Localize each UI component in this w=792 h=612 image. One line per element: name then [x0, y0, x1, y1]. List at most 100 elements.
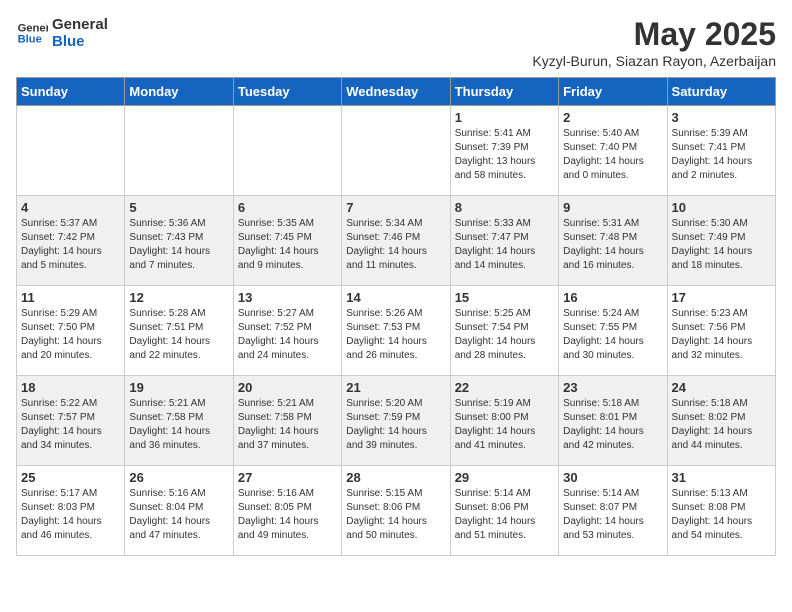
day-cell: 3 Sunrise: 5:39 AMSunset: 7:41 PMDaylight… [667, 106, 775, 196]
day-info: Sunrise: 5:31 AMSunset: 7:48 PMDaylight:… [563, 217, 662, 273]
day-cell: 13Sunrise: 5:27 AMSunset: 7:52 PMDayligh… [233, 286, 341, 376]
svg-text:General: General [18, 22, 48, 34]
day-cell [342, 106, 450, 196]
day-info: Sunrise: 5:28 AMSunset: 7:51 PMDaylight:… [129, 307, 228, 363]
day-cell: 1Sunrise: 5:41 AMSunset: 7:39 PMDaylight… [450, 106, 558, 196]
day-number: 4 [21, 200, 120, 215]
day-info: Sunrise: 5:13 AMSunset: 8:08 PMDaylight:… [672, 487, 771, 543]
day-number: 24 [672, 380, 771, 395]
day-cell: 22 Sunrise: 5:19 AMSunset: 8:00 PMDayligh… [450, 376, 558, 466]
day-cell: 18Sunrise: 5:22 AMSunset: 7:57 PMDayligh… [17, 376, 125, 466]
day-number: 31 [672, 470, 771, 485]
day-number: 17 [672, 290, 771, 305]
day-info: Sunrise: 5:18 AMSunset: 8:01 PMDaylight:… [563, 397, 662, 453]
day-number: 6 [238, 200, 337, 215]
calendar-body: 1Sunrise: 5:41 AMSunset: 7:39 PMDaylight… [17, 106, 776, 556]
day-number: 23 [563, 380, 662, 395]
day-info: Sunrise: 5:21 AMSunset: 7:58 PMDaylight:… [129, 397, 228, 453]
day-info: Sunrise: 5:14 AMSunset: 8:06 PMDaylight:… [455, 487, 554, 543]
day-info: Sunrise: 5:29 AMSunset: 7:50 PMDaylight:… [21, 307, 120, 363]
day-cell: 5Sunrise: 5:36 AMSunset: 7:43 PMDaylight… [125, 196, 233, 286]
col-header-sunday: Sunday [17, 78, 125, 106]
day-info: Sunrise: 5:20 AMSunset: 7:59 PMDaylight:… [346, 397, 445, 453]
week-row-4: 18Sunrise: 5:22 AMSunset: 7:57 PMDayligh… [17, 376, 776, 466]
col-header-saturday: Saturday [667, 78, 775, 106]
day-info: Sunrise: 5:15 AMSunset: 8:06 PMDaylight:… [346, 487, 445, 543]
logo-general: General [52, 16, 108, 33]
day-cell: 15 Sunrise: 5:25 AMSunset: 7:54 PMDayligh… [450, 286, 558, 376]
day-info: Sunrise: 5:14 AMSunset: 8:07 PMDaylight:… [563, 487, 662, 543]
day-info: Sunrise: 5:21 AMSunset: 7:58 PMDaylight:… [238, 397, 337, 453]
day-cell [17, 106, 125, 196]
day-info: Sunrise: 5:40 AMSunset: 7:40 PMDaylight:… [563, 127, 662, 183]
day-number: 8 [455, 200, 554, 215]
page-header: General Blue General Blue May 2025 Kyzyl… [16, 16, 776, 69]
day-info: Sunrise: 5:27 AMSunset: 7:52 PMDaylight:… [238, 307, 337, 363]
day-cell: 2 Sunrise: 5:40 AMSunset: 7:40 PMDaylight… [559, 106, 667, 196]
day-cell: 19Sunrise: 5:21 AMSunset: 7:58 PMDayligh… [125, 376, 233, 466]
day-cell: 7 Sunrise: 5:34 AMSunset: 7:46 PMDaylight… [342, 196, 450, 286]
day-info: Sunrise: 5:18 AMSunset: 8:02 PMDaylight:… [672, 397, 771, 453]
day-cell [233, 106, 341, 196]
day-info: Sunrise: 5:19 AMSunset: 8:00 PMDaylight:… [455, 397, 554, 453]
day-number: 14 [346, 290, 445, 305]
day-number: 29 [455, 470, 554, 485]
day-cell: 11 Sunrise: 5:29 AMSunset: 7:50 PMDayligh… [17, 286, 125, 376]
day-cell: 25Sunrise: 5:17 AMSunset: 8:03 PMDayligh… [17, 466, 125, 556]
day-info: Sunrise: 5:25 AMSunset: 7:54 PMDaylight:… [455, 307, 554, 363]
day-info: Sunrise: 5:23 AMSunset: 7:56 PMDaylight:… [672, 307, 771, 363]
day-info: Sunrise: 5:37 AMSunset: 7:42 PMDaylight:… [21, 217, 120, 273]
day-cell: 12 Sunrise: 5:28 AMSunset: 7:51 PMDayligh… [125, 286, 233, 376]
day-info: Sunrise: 5:34 AMSunset: 7:46 PMDaylight:… [346, 217, 445, 273]
day-info: Sunrise: 5:35 AMSunset: 7:45 PMDaylight:… [238, 217, 337, 273]
subtitle: Kyzyl-Burun, Siazan Rayon, Azerbaijan [532, 53, 776, 69]
col-header-wednesday: Wednesday [342, 78, 450, 106]
day-number: 15 [455, 290, 554, 305]
day-info: Sunrise: 5:16 AMSunset: 8:04 PMDaylight:… [129, 487, 228, 543]
day-number: 26 [129, 470, 228, 485]
day-cell: 6 Sunrise: 5:35 AMSunset: 7:45 PMDaylight… [233, 196, 341, 286]
day-cell: 26 Sunrise: 5:16 AMSunset: 8:04 PMDayligh… [125, 466, 233, 556]
day-number: 1 [455, 110, 554, 125]
logo-icon: General Blue [16, 17, 48, 49]
week-row-3: 11 Sunrise: 5:29 AMSunset: 7:50 PMDayligh… [17, 286, 776, 376]
day-cell: 9 Sunrise: 5:31 AMSunset: 7:48 PMDaylight… [559, 196, 667, 286]
day-number: 11 [21, 290, 120, 305]
day-info: Sunrise: 5:33 AMSunset: 7:47 PMDaylight:… [455, 217, 554, 273]
day-number: 18 [21, 380, 120, 395]
day-cell: 29 Sunrise: 5:14 AMSunset: 8:06 PMDayligh… [450, 466, 558, 556]
day-cell: 28Sunrise: 5:15 AMSunset: 8:06 PMDayligh… [342, 466, 450, 556]
day-info: Sunrise: 5:39 AMSunset: 7:41 PMDaylight:… [672, 127, 771, 183]
day-cell: 23 Sunrise: 5:18 AMSunset: 8:01 PMDayligh… [559, 376, 667, 466]
day-number: 20 [238, 380, 337, 395]
title-block: May 2025 Kyzyl-Burun, Siazan Rayon, Azer… [532, 16, 776, 69]
day-info: Sunrise: 5:26 AMSunset: 7:53 PMDaylight:… [346, 307, 445, 363]
day-number: 22 [455, 380, 554, 395]
day-number: 25 [21, 470, 120, 485]
day-number: 30 [563, 470, 662, 485]
main-title: May 2025 [532, 16, 776, 53]
day-cell: 24 Sunrise: 5:18 AMSunset: 8:02 PMDayligh… [667, 376, 775, 466]
day-number: 16 [563, 290, 662, 305]
col-header-monday: Monday [125, 78, 233, 106]
day-number: 7 [346, 200, 445, 215]
svg-text:Blue: Blue [18, 34, 42, 46]
day-cell: 8 Sunrise: 5:33 AMSunset: 7:47 PMDaylight… [450, 196, 558, 286]
day-number: 3 [672, 110, 771, 125]
day-info: Sunrise: 5:24 AMSunset: 7:55 PMDaylight:… [563, 307, 662, 363]
day-number: 27 [238, 470, 337, 485]
day-info: Sunrise: 5:30 AMSunset: 7:49 PMDaylight:… [672, 217, 771, 273]
day-cell [125, 106, 233, 196]
day-number: 9 [563, 200, 662, 215]
day-number: 2 [563, 110, 662, 125]
day-info: Sunrise: 5:16 AMSunset: 8:05 PMDaylight:… [238, 487, 337, 543]
day-cell: 16 Sunrise: 5:24 AMSunset: 7:55 PMDayligh… [559, 286, 667, 376]
day-cell: 30 Sunrise: 5:14 AMSunset: 8:07 PMDayligh… [559, 466, 667, 556]
col-header-friday: Friday [559, 78, 667, 106]
week-row-2: 4 Sunrise: 5:37 AMSunset: 7:42 PMDaylight… [17, 196, 776, 286]
day-cell: 20 Sunrise: 5:21 AMSunset: 7:58 PMDayligh… [233, 376, 341, 466]
day-number: 12 [129, 290, 228, 305]
day-number: 5 [129, 200, 228, 215]
day-cell: 4 Sunrise: 5:37 AMSunset: 7:42 PMDaylight… [17, 196, 125, 286]
week-row-5: 25Sunrise: 5:17 AMSunset: 8:03 PMDayligh… [17, 466, 776, 556]
